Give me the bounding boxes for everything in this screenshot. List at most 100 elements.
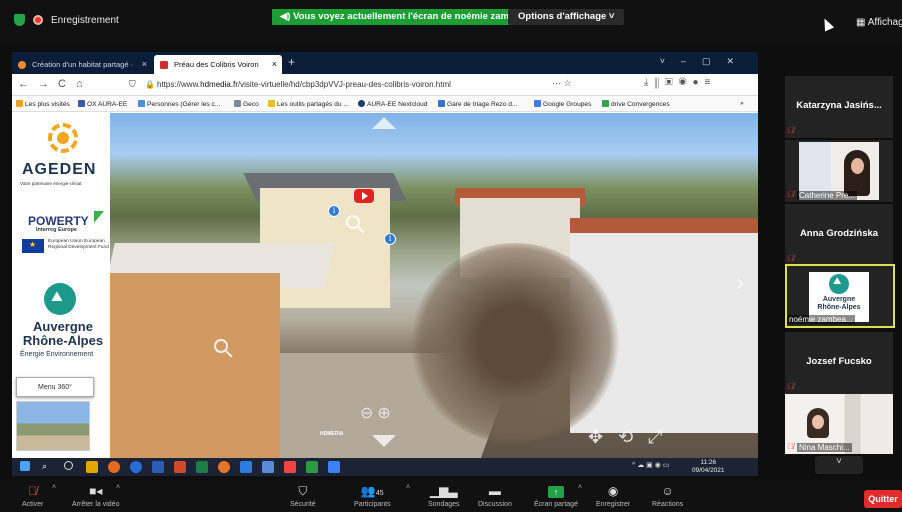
search-icon[interactable]: ⌕ xyxy=(42,461,54,473)
participants-button[interactable]: 👥45 Participants ˄ xyxy=(354,484,410,508)
bookmark-item[interactable]: Personnes (Gérer les c... xyxy=(138,100,220,108)
participant-tile[interactable]: Katarzyna Jasińs... 🎙̸ xyxy=(785,76,893,138)
unmute-button[interactable]: 🎙̸ Activer ˄ xyxy=(22,484,56,508)
muted-mic-icon: 🎙̸ xyxy=(788,382,794,391)
zoom-hotspot-icon[interactable] xyxy=(214,339,228,353)
participant-tile[interactable]: Jozsef Fucsko 🎙̸ xyxy=(785,332,893,394)
bookmark-item[interactable]: Les outils partagés du ... xyxy=(268,100,349,108)
bookmark-item[interactable]: Les plus visités xyxy=(16,100,70,108)
bookmark-item[interactable]: drive Convergences xyxy=(602,100,670,108)
video-camera-icon: ■◂ xyxy=(89,484,103,498)
zoom-controls-icon[interactable]: ⊖⊕ xyxy=(360,403,395,423)
bookmark-item[interactable]: OX AURA-EE xyxy=(78,100,127,108)
video-hotspot-icon[interactable] xyxy=(354,189,374,203)
chevron-up-icon[interactable]: ˄ xyxy=(578,484,582,491)
url-bar[interactable]: ⛉ 🔒 https://www.hdmedia.fr/visite-virtue… xyxy=(127,77,597,93)
firefox-icon[interactable] xyxy=(218,461,230,473)
browser-tab-2-active[interactable]: Préau des Colibris Voiron × xyxy=(154,55,282,74)
panorama-viewer[interactable]: › i i ⊖⊕ HDMEDIA ✥ ⟲ ⤢ xyxy=(110,113,758,458)
zoom-hotspot-icon[interactable] xyxy=(346,215,360,229)
windows-start-icon[interactable] xyxy=(20,461,30,471)
chevron-up-icon[interactable]: ˄ xyxy=(406,484,410,491)
bookmarks-overflow-icon[interactable]: » xyxy=(740,100,744,107)
poweryt-logo-text: POWERTY xyxy=(28,214,89,228)
participant-tile-active-speaker[interactable]: AuvergneRhône-Alpes noémie zambea... xyxy=(785,264,895,328)
bookmark-item[interactable]: AURA-EE Nextcloud xyxy=(358,100,427,108)
panorama-thumbnail[interactable] xyxy=(16,401,90,451)
app-icon[interactable] xyxy=(108,461,120,473)
ara-subtitle: Énergie Environnement xyxy=(20,351,94,358)
excel-icon[interactable] xyxy=(196,461,208,473)
viewer-tools-icons[interactable]: ✥ ⟲ ⤢ xyxy=(588,427,668,448)
participants-count: 45 xyxy=(375,490,384,497)
close-tab-icon[interactable]: × xyxy=(142,59,147,69)
reactions-button[interactable]: ☺ Réactions xyxy=(652,484,683,508)
pan-up-arrow-icon[interactable] xyxy=(372,117,396,129)
scroll-down-chevron-icon[interactable]: ˅ xyxy=(815,456,863,474)
pan-down-arrow-icon[interactable] xyxy=(372,435,396,447)
pdf-icon[interactable] xyxy=(284,461,296,473)
chevron-up-icon[interactable]: ˄ xyxy=(116,484,120,491)
powerpoint-icon[interactable] xyxy=(174,461,186,473)
muted-mic-icon: 🎙̸ xyxy=(28,484,38,498)
drive-icon xyxy=(602,100,609,107)
chat-label: Discussion xyxy=(478,501,512,508)
menu-360-button[interactable]: Menu 360° xyxy=(16,377,94,397)
back-arrow-icon[interactable]: ← xyxy=(18,78,29,90)
zoom-window: Enregistrement ◀) Vous voyez actuellemen… xyxy=(0,0,902,512)
bar-chart-icon: ▁▆▃ xyxy=(429,484,458,498)
browser-tab-1[interactable]: Création d'un habitat partagé · × xyxy=(12,55,152,74)
stop-video-button[interactable]: ■◂ Arrêter la vidéo ˄ xyxy=(72,484,120,508)
info-hotspot-icon[interactable]: i xyxy=(384,233,396,245)
bookmark-item[interactable]: Geco xyxy=(234,100,259,108)
forward-arrow-icon[interactable]: → xyxy=(38,78,49,90)
polls-button[interactable]: ▁▆▃ Sondages xyxy=(428,484,460,508)
view-options-button[interactable]: Options d'affichage ˅ xyxy=(508,9,625,25)
pan-right-arrow-icon[interactable]: › xyxy=(736,269,744,297)
participant-tile[interactable]: 🎙̸ Nina Maschi... xyxy=(785,392,893,454)
app-icon[interactable] xyxy=(306,461,318,473)
eu-fund-text: European Union European Regional Develop… xyxy=(48,239,109,250)
stop-video-label: Arrêter la vidéo xyxy=(72,501,120,508)
record-dot-icon xyxy=(33,15,43,25)
window-controls[interactable]: ˅–▢✕ xyxy=(660,56,750,67)
participant-face xyxy=(844,150,870,196)
new-tab-icon[interactable]: + xyxy=(288,55,295,69)
bookmark-item[interactable]: Gare de triage Rezo d... xyxy=(438,100,517,108)
building xyxy=(110,273,280,458)
task-view-icon[interactable] xyxy=(64,461,73,470)
participant-tile[interactable]: Anna Grodzińska 🎙̸ xyxy=(785,204,893,266)
record-button[interactable]: ◉ Enregistrer xyxy=(596,484,630,508)
share-screen-button[interactable]: ↑ Écran partagé ˄ xyxy=(534,484,582,508)
shared-screen: Création d'un habitat partagé · × Préau … xyxy=(12,52,758,476)
top-bar: Enregistrement ◀) Vous voyez actuellemen… xyxy=(0,0,902,44)
zoom-app-icon[interactable] xyxy=(328,461,340,473)
participant-name: noémie zambea... xyxy=(787,315,855,324)
tab-favicon-icon xyxy=(160,61,168,69)
home-icon[interactable]: ⌂ xyxy=(76,78,83,90)
smiley-plus-icon: ☺ xyxy=(661,484,674,498)
chevron-up-icon[interactable]: ˄ xyxy=(52,484,56,491)
url-extras[interactable]: ··· ☆ xyxy=(552,78,572,89)
app-icon[interactable] xyxy=(240,461,252,473)
participant-face xyxy=(807,408,829,438)
app-icon[interactable] xyxy=(130,461,142,473)
system-tray-icons[interactable]: ^ ☁ ▣ ◉ ▭ xyxy=(632,461,669,469)
recording-indicator[interactable]: Enregistrement xyxy=(14,14,119,26)
reactions-label: Réactions xyxy=(652,501,684,508)
app-icon[interactable] xyxy=(262,461,274,473)
browser-toolbar-icons[interactable]: ⤓⫼▣◉●≡ xyxy=(644,77,716,88)
taskbar-clock[interactable]: 11:26 09/04/2021 xyxy=(692,459,725,475)
participant-tile[interactable]: 🎙̸ Catherine Pre... xyxy=(785,140,893,202)
chat-button[interactable]: ▬ Discussion xyxy=(478,484,512,508)
reload-icon[interactable]: C xyxy=(58,78,66,90)
info-hotspot-icon[interactable]: i xyxy=(328,205,340,217)
explorer-icon[interactable] xyxy=(86,461,98,473)
gallery-view-button[interactable]: ▦ Affichage xyxy=(856,17,902,28)
close-tab-icon[interactable]: × xyxy=(272,59,277,69)
leave-meeting-button[interactable]: Quitter xyxy=(864,490,902,508)
word-icon[interactable] xyxy=(152,461,164,473)
bookmark-item[interactable]: Google Groupes xyxy=(534,100,591,108)
lock-icon: 🔒 xyxy=(145,80,155,89)
security-button[interactable]: ⛉ Sécurité xyxy=(290,484,316,508)
